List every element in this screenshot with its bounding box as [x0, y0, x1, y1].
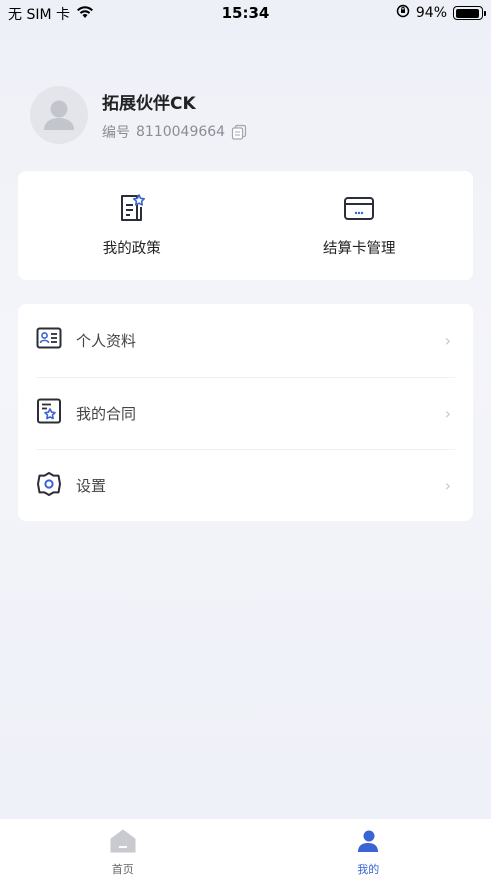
bank-card-icon	[343, 193, 375, 227]
battery-icon	[453, 6, 486, 20]
orientation-lock-icon	[396, 4, 410, 22]
settlement-card-label: 结算卡管理	[323, 241, 396, 257]
my-policy-label: 我的政策	[102, 241, 161, 257]
menu-item-settings-label: 设置	[76, 477, 107, 496]
home-icon	[110, 829, 136, 857]
profile-id-value: 8110049664	[136, 123, 226, 140]
menu-item-profile-label: 个人资料	[76, 331, 137, 350]
tab-mine[interactable]: 我的	[246, 819, 491, 877]
avatar[interactable]	[30, 86, 88, 144]
settlement-card-button[interactable]: 结算卡管理	[246, 171, 474, 280]
chevron-right-icon: ›	[444, 330, 451, 350]
profile-id-row: 编号 8110049664	[102, 122, 247, 142]
user-icon	[356, 829, 380, 857]
status-bar: 无 SIM 卡 15:34 94%	[0, 0, 491, 26]
profile-header: 拓展伙伴CK 编号 8110049664	[30, 86, 247, 144]
gear-icon	[36, 471, 62, 501]
profile-info: 拓展伙伴CK 编号 8110049664	[102, 89, 247, 142]
tab-mine-label: 我的	[357, 863, 380, 876]
profile-name: 拓展伙伴CK	[102, 93, 196, 114]
tab-home-label: 首页	[111, 863, 134, 876]
battery-percent: 94%	[415, 5, 447, 21]
menu-item-profile[interactable]: 个人资料 ›	[36, 304, 455, 377]
chevron-right-icon: ›	[444, 476, 451, 496]
my-policy-button[interactable]: 我的政策	[18, 171, 246, 280]
policy-document-icon	[117, 193, 147, 227]
default-avatar-icon	[44, 100, 74, 130]
battery-fill	[455, 8, 479, 18]
copy-icon[interactable]	[231, 124, 247, 140]
chevron-right-icon: ›	[444, 403, 451, 423]
menu-item-contract-label: 我的合同	[76, 404, 137, 423]
status-right: 94%	[396, 4, 486, 22]
menu-item-contract[interactable]: 我的合同 ›	[36, 376, 455, 450]
tab-home[interactable]: 首页	[0, 819, 246, 877]
menu-item-settings[interactable]: 设置 ›	[36, 449, 455, 522]
tab-bar: 首页 我的	[0, 819, 491, 877]
contract-icon	[36, 398, 62, 428]
profile-id-label: 编号	[102, 124, 130, 141]
quick-actions-card: 我的政策 结算卡管理	[18, 171, 473, 280]
menu-card: 个人资料 › 我的合同 › 设置 ›	[18, 304, 473, 521]
id-card-icon	[36, 327, 62, 353]
